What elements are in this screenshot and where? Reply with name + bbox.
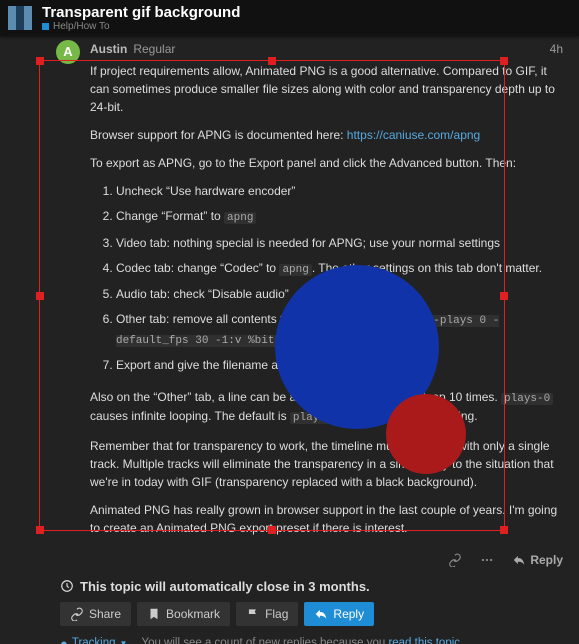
topic-button-row: Share Bookmark Flag Reply xyxy=(60,602,563,626)
post-para-2: Browser support for APNG is documented h… xyxy=(90,126,563,144)
topic-title[interactable]: Transparent gif background xyxy=(42,4,240,21)
bookmark-icon xyxy=(147,607,161,621)
post-actions: Reply xyxy=(90,547,563,577)
read-topic-link[interactable]: read this topic xyxy=(388,637,460,644)
apng-support-link[interactable]: https://caniuse.com/apng xyxy=(347,128,480,142)
category-name: Help/How To xyxy=(53,21,110,32)
overlay-red-circle xyxy=(386,394,466,474)
link-icon xyxy=(448,553,462,567)
topic-category[interactable]: Help/How To xyxy=(42,21,240,32)
app-header: Transparent gif background Help/How To xyxy=(0,0,579,36)
title-block: Transparent gif background Help/How To xyxy=(42,4,240,32)
clock-icon xyxy=(60,579,74,593)
post-username[interactable]: Austin xyxy=(90,42,127,56)
category-color-badge xyxy=(42,23,49,30)
tracking-row: ● Tracking ▼ You will see a count of new… xyxy=(60,636,563,644)
post-para-6: Animated PNG has really grown in browser… xyxy=(90,501,563,537)
site-logo[interactable] xyxy=(8,6,32,30)
post-para-3: To export as APNG, go to the Export pane… xyxy=(90,154,563,172)
reply-icon xyxy=(512,553,526,567)
bookmark-button[interactable]: Bookmark xyxy=(137,602,230,626)
reply-icon xyxy=(314,607,328,621)
step-1: Uncheck “Use hardware encoder” xyxy=(116,182,563,200)
caret-down-icon: ▼ xyxy=(120,639,128,644)
post-age[interactable]: 4h xyxy=(550,42,563,56)
reply-button[interactable]: Reply xyxy=(304,602,374,626)
post-para-1: If project requirements allow, Animated … xyxy=(90,62,563,116)
link-icon xyxy=(70,607,84,621)
post-para-5: Remember that for transparency to work, … xyxy=(90,437,563,491)
post-user-rank: Regular xyxy=(133,42,175,56)
post-header: Austin Regular 4h xyxy=(90,42,563,56)
tracking-dropdown[interactable]: ● Tracking ▼ xyxy=(60,636,127,644)
tracking-reason: You will see a count of new replies beca… xyxy=(141,637,463,644)
link-button[interactable] xyxy=(448,553,462,567)
reply-button-inline[interactable]: Reply xyxy=(512,553,563,567)
share-button[interactable]: Share xyxy=(60,602,131,626)
ellipsis-icon xyxy=(480,553,494,567)
tracking-dot-icon: ● xyxy=(60,636,68,644)
avatar[interactable]: A xyxy=(56,40,80,64)
flag-icon xyxy=(246,607,260,621)
more-button[interactable] xyxy=(480,553,494,567)
step-2: Change “Format” to apng xyxy=(116,207,563,227)
flag-button[interactable]: Flag xyxy=(236,602,298,626)
step-3: Video tab: nothing special is needed for… xyxy=(116,234,563,252)
